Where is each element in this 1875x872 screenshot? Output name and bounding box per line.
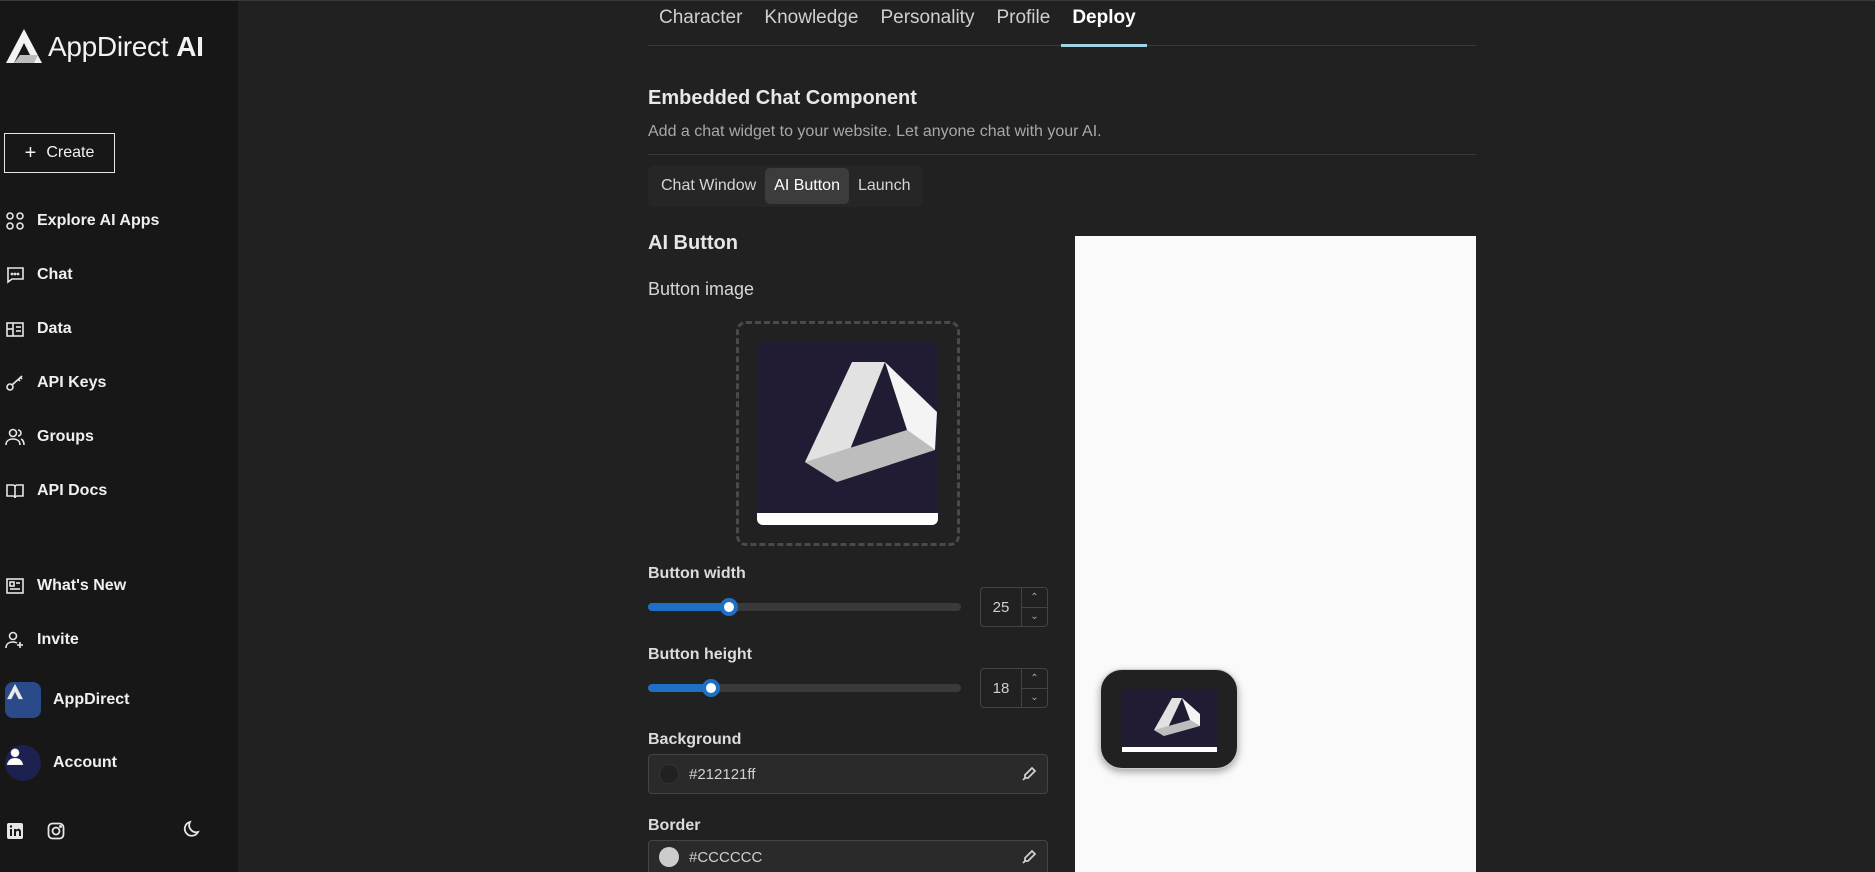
book-icon <box>6 484 24 499</box>
preview-button-image <box>1122 690 1217 752</box>
sidebar-item-chat[interactable]: Chat <box>5 263 73 287</box>
subtab-ai-button[interactable]: AI Button <box>765 168 849 204</box>
brand-name: AppDirect AI <box>48 31 204 62</box>
divider <box>648 154 1476 155</box>
top-tabs: Character Knowledge Personality Profile … <box>648 1 1476 47</box>
subtab-chat-window[interactable]: Chat Window <box>652 168 765 204</box>
section-title: Embedded Chat Component <box>648 87 917 109</box>
border-color-input[interactable]: #CCCCCC <box>648 840 1048 872</box>
groups-icon <box>5 428 25 446</box>
slider-thumb[interactable] <box>701 679 720 697</box>
button-width-stepper[interactable]: 25 ⌃ ⌄ <box>980 587 1048 627</box>
invite-icon <box>5 631 23 649</box>
create-button[interactable]: + Create <box>4 133 115 173</box>
sidebar-item-explore-ai-apps[interactable]: Explore AI Apps <box>5 209 159 233</box>
button-width-slider[interactable] <box>648 598 961 616</box>
tab-personality[interactable]: Personality <box>869 1 985 45</box>
button-width-label: Button width <box>648 565 746 582</box>
sidebar-item-groups[interactable]: Groups <box>5 425 94 449</box>
button-height-slider[interactable] <box>648 679 961 697</box>
tab-knowledge[interactable]: Knowledge <box>753 1 869 45</box>
background-label: Background <box>648 731 742 748</box>
widget-preview <box>1075 236 1476 872</box>
color-swatch[interactable] <box>659 764 679 784</box>
app-root: AppDirect AI + Create Explore AI Apps Cha… <box>0 0 1875 872</box>
news-icon <box>6 578 24 594</box>
brand-logo[interactable]: AppDirect AI <box>4 27 204 67</box>
chevron-up-icon[interactable]: ⌃ <box>1022 669 1047 689</box>
moon-icon <box>183 820 200 837</box>
sidebar-item-account[interactable]: Account <box>5 745 117 781</box>
sidebar-item-data[interactable]: Data <box>5 317 72 341</box>
appdirect-logo-icon <box>6 29 42 63</box>
subtab-launch[interactable]: Launch <box>849 168 920 204</box>
sidebar-item-org[interactable]: AppDirect <box>5 682 129 718</box>
eyedropper-icon[interactable] <box>1021 849 1037 865</box>
stepper-value[interactable]: 18 <box>981 669 1021 707</box>
slider-fill <box>648 603 730 611</box>
background-color-input[interactable]: #212121ff <box>648 754 1048 794</box>
sidebar-item-api-docs[interactable]: API Docs <box>5 479 107 503</box>
section-subtitle: Add a chat widget to your website. Let a… <box>648 123 1102 140</box>
org-avatar <box>5 682 41 718</box>
tab-deploy[interactable]: Deploy <box>1061 1 1148 47</box>
theme-toggle[interactable] <box>183 819 203 839</box>
ai-button-heading: AI Button <box>648 232 738 254</box>
preview-ai-button[interactable] <box>1100 669 1238 769</box>
data-icon <box>6 322 24 337</box>
instagram-icon <box>47 822 65 840</box>
account-avatar <box>5 745 41 781</box>
button-image-label: Button image <box>648 279 755 299</box>
sidebar-item-invite[interactable]: Invite <box>5 628 79 652</box>
plus-icon: + <box>24 142 37 164</box>
embed-subtabs: Chat Window AI Button Launch <box>648 165 924 207</box>
apps-icon <box>6 212 24 230</box>
sidebar-item-whats-new[interactable]: What's New <box>5 574 126 598</box>
chevron-down-icon[interactable]: ⌄ <box>1022 689 1047 708</box>
linkedin-link[interactable] <box>5 821 25 841</box>
chat-icon <box>7 267 24 284</box>
sidebar: AppDirect AI + Create Explore AI Apps Cha… <box>0 1 238 872</box>
button-image-preview <box>757 342 938 525</box>
appdirect-logo-icon <box>805 362 937 482</box>
eyedropper-icon[interactable] <box>1021 766 1037 782</box>
chevron-up-icon[interactable]: ⌃ <box>1022 588 1047 608</box>
linkedin-icon <box>7 823 23 839</box>
color-swatch[interactable] <box>659 847 679 867</box>
instagram-link[interactable] <box>46 821 66 841</box>
button-height-label: Button height <box>648 646 752 663</box>
slider-thumb[interactable] <box>720 598 739 616</box>
tab-profile[interactable]: Profile <box>985 1 1061 45</box>
sidebar-item-api-keys[interactable]: API Keys <box>5 371 106 395</box>
appdirect-logo-icon <box>1154 698 1200 736</box>
border-label: Border <box>648 817 701 834</box>
button-height-stepper[interactable]: 18 ⌃ ⌄ <box>980 668 1048 708</box>
key-icon <box>6 375 23 391</box>
stepper-value[interactable]: 25 <box>981 588 1021 626</box>
tab-character[interactable]: Character <box>648 1 753 45</box>
chevron-down-icon[interactable]: ⌄ <box>1022 608 1047 627</box>
